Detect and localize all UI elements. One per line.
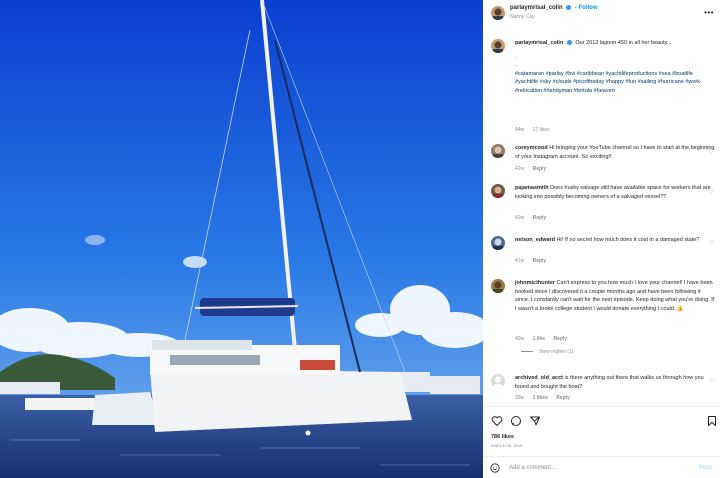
comment-item: archived_old_acct is there anything out … xyxy=(483,374,720,402)
follow-button[interactable]: Follow xyxy=(578,5,597,11)
comment-body: nelson_edward Hi! If no secret how much … xyxy=(515,236,715,245)
verified-badge-icon xyxy=(566,40,572,46)
emoji-smiley-icon[interactable] xyxy=(490,463,500,473)
comment-username[interactable]: johnmicthunter xyxy=(515,280,555,286)
caption-meta: 44w 17 likes xyxy=(515,127,550,133)
comment-item: nelson_edward Hi! If no secret how much … xyxy=(483,236,720,270)
commenter-avatar[interactable] xyxy=(491,374,505,388)
comment-item: pajamasmith Does husky salvage still hav… xyxy=(483,184,720,228)
caption-text: Our 2012 lagoon 450 in all her beauty... xyxy=(575,40,672,46)
view-replies-label: View replies (1) xyxy=(539,349,574,355)
like-comment-heart-icon[interactable]: ♡ xyxy=(709,240,714,247)
share-paper-plane-icon[interactable] xyxy=(529,415,541,427)
verified-badge-icon xyxy=(566,5,572,10)
add-comment-bar: Add a comment... Post xyxy=(483,456,720,478)
caption-body: parlaymrisal_colin Our 2012 lagoon 450 i… xyxy=(515,39,715,96)
like-comment-heart-icon[interactable]: ♡ xyxy=(709,378,714,385)
comment-time[interactable]: 42w xyxy=(515,166,524,172)
post-location[interactable]: Nanny Cay xyxy=(510,14,535,20)
author-avatar[interactable] xyxy=(491,39,505,53)
author-username[interactable]: parlaymrisal_colin xyxy=(510,5,563,11)
comment-body: coreymcood Hi bringing your YouTube chan… xyxy=(515,144,715,161)
more-options-icon[interactable]: ••• xyxy=(704,8,714,17)
instagram-post-modal: parlaymrisal_colin • Follow Nanny Cay ••… xyxy=(0,0,720,478)
comment-time[interactable]: 40w xyxy=(515,336,524,342)
comment-text: Hi! If no secret how much does it cost i… xyxy=(556,237,700,243)
post-header: parlaymrisal_colin • Follow Nanny Cay ••… xyxy=(483,0,720,26)
like-heart-icon[interactable] xyxy=(491,415,503,427)
save-bookmark-icon[interactable] xyxy=(706,415,718,427)
caption-time[interactable]: 44w xyxy=(515,127,524,133)
view-replies-button[interactable]: View replies (1) xyxy=(521,349,573,355)
comment-time[interactable]: 41w xyxy=(515,258,524,264)
comment-likes[interactable]: 1 like xyxy=(533,336,546,342)
commenter-avatar[interactable] xyxy=(491,236,505,250)
comment-username[interactable]: archived_old_acct xyxy=(515,375,563,381)
reply-button[interactable]: Reply xyxy=(553,336,567,342)
reply-button[interactable]: Reply xyxy=(556,395,570,401)
commenter-avatar[interactable] xyxy=(491,279,505,293)
post-comment-button[interactable]: Post xyxy=(699,465,712,471)
comment-meta: 41w Reply xyxy=(515,258,546,264)
comment-body: pajamasmith Does husky salvage still hav… xyxy=(515,184,715,201)
post-likes-count[interactable]: 786 likes xyxy=(491,434,514,440)
post-action-bar xyxy=(483,406,720,434)
comment-username[interactable]: nelson_edward xyxy=(515,237,555,243)
catamaran-photo xyxy=(0,0,483,478)
post-caption: parlaymrisal_colin Our 2012 lagoon 450 i… xyxy=(483,39,720,135)
author-avatar[interactable] xyxy=(491,6,505,20)
comment-time[interactable]: 39w xyxy=(515,395,524,401)
comment-username[interactable]: coreymcood xyxy=(515,145,548,151)
commenter-avatar[interactable] xyxy=(491,184,505,198)
post-side-panel: parlaymrisal_colin • Follow Nanny Cay ••… xyxy=(483,0,720,478)
comment-likes[interactable]: 2 likes xyxy=(533,395,548,401)
post-photo[interactable] xyxy=(0,0,483,478)
caption-likes[interactable]: 17 likes xyxy=(533,127,550,133)
reply-button[interactable]: Reply xyxy=(533,215,547,221)
add-comment-input[interactable]: Add a comment... xyxy=(509,465,556,471)
comment-body: johnmicthunter Can't express to you how … xyxy=(515,279,715,313)
like-comment-heart-icon[interactable]: ♡ xyxy=(709,148,714,155)
comment-meta: 42w Reply xyxy=(515,215,546,221)
like-comment-heart-icon[interactable]: ♡ xyxy=(709,188,714,195)
view-replies-line xyxy=(521,351,533,353)
reply-button[interactable]: Reply xyxy=(533,258,547,264)
comment-item: johnmicthunter Can't express to you how … xyxy=(483,279,720,363)
comment-body: archived_old_acct is there anything out … xyxy=(515,374,715,391)
caption-dot-1: . xyxy=(515,53,517,60)
comment-item: coreymcood Hi bringing your YouTube chan… xyxy=(483,144,720,180)
comment-meta: 39w 2 likes Reply xyxy=(515,395,570,401)
comment-meta: 42w Reply xyxy=(515,166,546,172)
comment-bubble-icon[interactable] xyxy=(510,415,522,427)
reply-button[interactable]: Reply xyxy=(533,166,547,172)
separator-dot: • xyxy=(575,5,577,12)
caption-username[interactable]: parlaymrisal_colin xyxy=(515,40,563,46)
commenter-avatar[interactable] xyxy=(491,144,505,158)
caption-dot-2: . xyxy=(515,62,517,69)
comment-username[interactable]: pajamasmith xyxy=(515,185,549,191)
post-date[interactable]: March 26, 2018 xyxy=(491,443,522,448)
like-comment-heart-icon[interactable]: ♡ xyxy=(709,283,714,290)
comment-meta: 40w 1 like Reply xyxy=(515,336,567,342)
comment-time[interactable]: 42w xyxy=(515,215,524,221)
comments-list[interactable]: parlaymrisal_colin Our 2012 lagoon 450 i… xyxy=(483,36,720,402)
caption-hashtags[interactable]: #catamaran #parlay #bvi #caribbean #yach… xyxy=(515,70,715,96)
